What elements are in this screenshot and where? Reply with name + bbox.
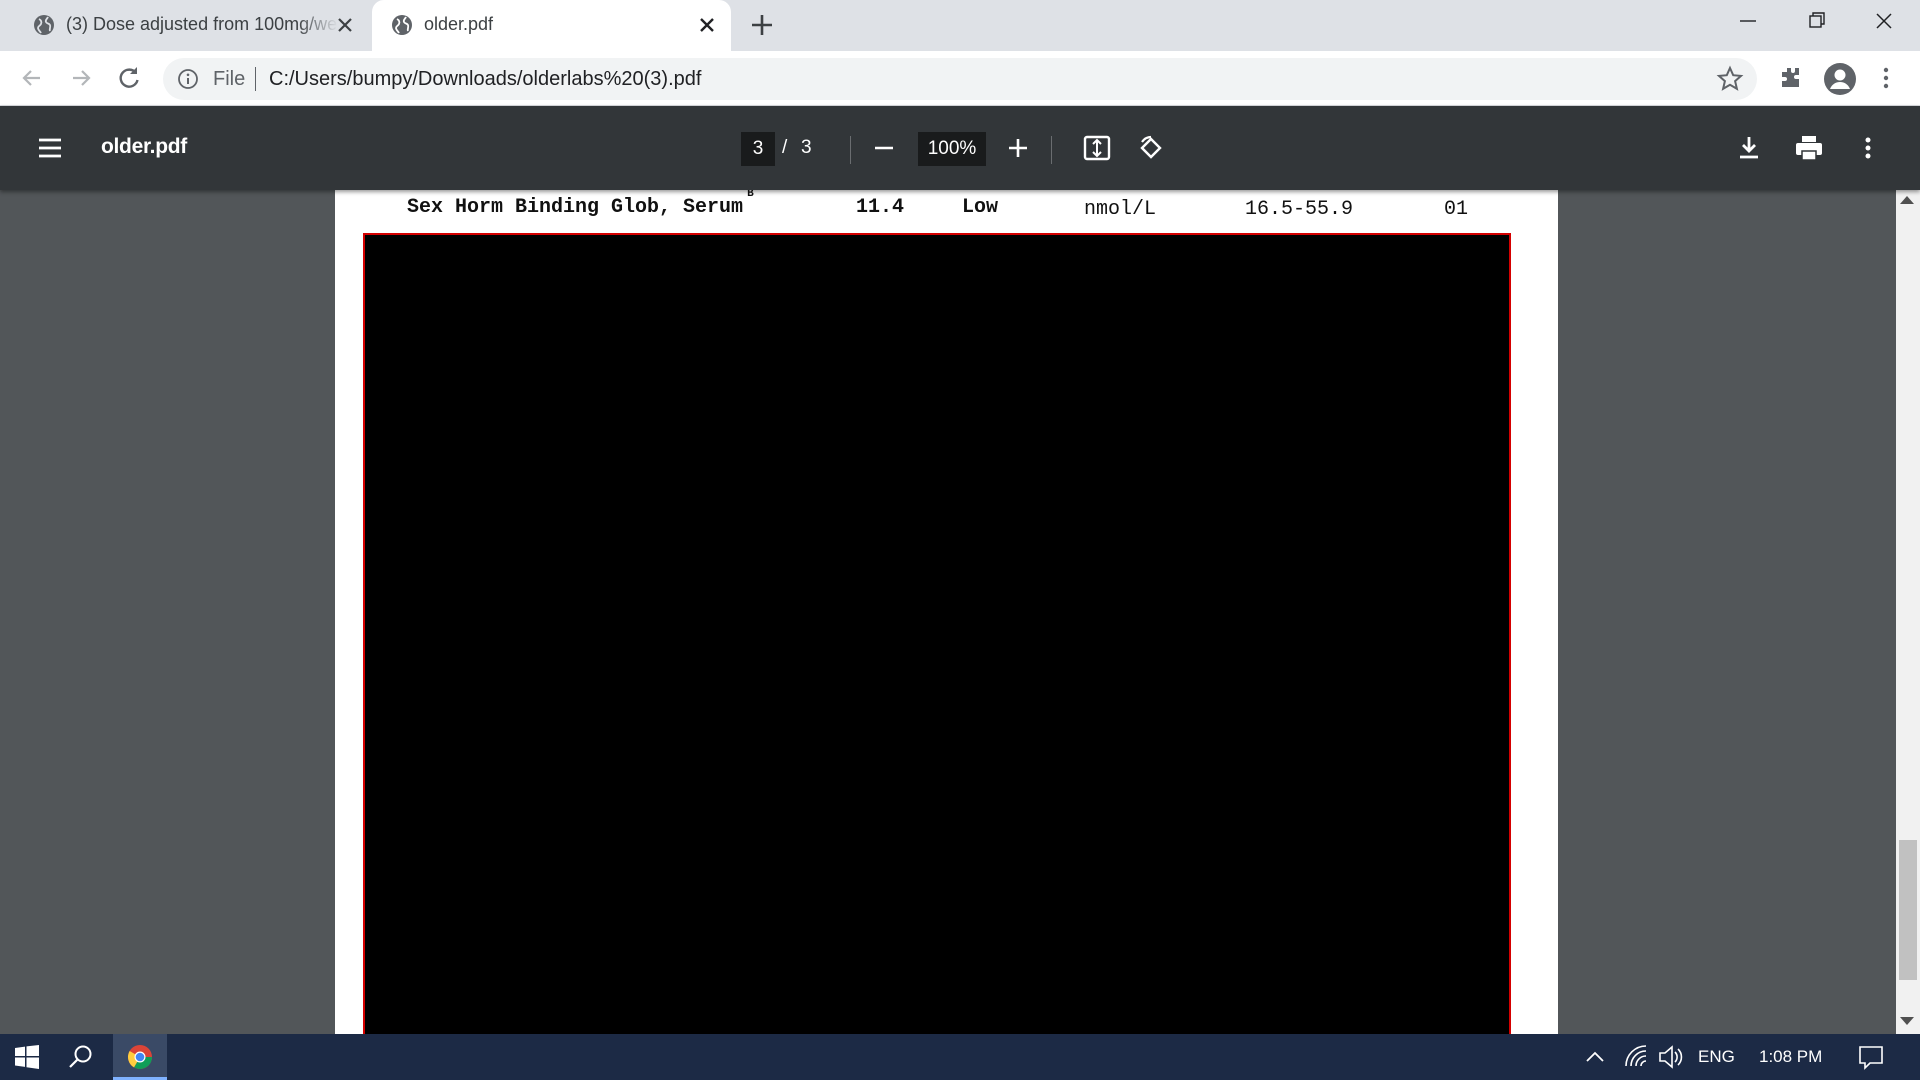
- tab-title: older.pdf: [424, 14, 494, 34]
- address-divider: [255, 67, 256, 91]
- pdf-file-name: older.pdf: [101, 135, 187, 158]
- zoom-out-icon[interactable]: [868, 132, 900, 164]
- forward-arrow-icon[interactable]: [67, 64, 95, 92]
- window-close-icon[interactable]: [1862, 6, 1906, 38]
- close-icon[interactable]: [333, 13, 357, 37]
- pdf-viewport[interactable]: Sex Horm Binding Glob, SerumB 11.4 Low n…: [0, 190, 1920, 1034]
- page-total: 3: [801, 137, 812, 158]
- menu-icon[interactable]: [34, 132, 66, 164]
- tab-older-pdf[interactable]: older.pdf: [372, 0, 731, 51]
- page-separator: /: [782, 137, 788, 158]
- clock[interactable]: 1:08 PM: [1759, 1047, 1822, 1067]
- result-units: nmol/L: [1084, 198, 1157, 221]
- redaction-block: [363, 233, 1511, 1034]
- star-icon[interactable]: [1716, 65, 1744, 93]
- globe-icon: [392, 15, 412, 35]
- reference-interval: 16.5-55.9: [1245, 198, 1354, 221]
- info-icon[interactable]: [177, 68, 199, 90]
- rotate-icon[interactable]: [1135, 132, 1167, 164]
- minimize-icon[interactable]: [1726, 6, 1770, 38]
- notifications-icon[interactable]: [1856, 1042, 1886, 1072]
- toolbar-divider: [1051, 136, 1052, 164]
- print-icon[interactable]: [1793, 132, 1825, 164]
- scrollbar-thumb[interactable]: [1899, 840, 1917, 980]
- toolbar-divider: [850, 136, 851, 164]
- tab-dose-adjusted[interactable]: (3) Dose adjusted from 100mg/week: [14, 0, 369, 51]
- wifi-icon[interactable]: [1622, 1042, 1652, 1072]
- pdf-page: Sex Horm Binding Glob, SerumB 11.4 Low n…: [335, 190, 1558, 1034]
- tab-title: (3) Dose adjusted from 100mg/week: [66, 14, 338, 34]
- test-name-text: Sex Horm Binding Glob, Serum: [407, 196, 744, 219]
- url-text[interactable]: C:/Users/bumpy/Downloads/olderlabs%20(3)…: [269, 68, 701, 91]
- taskbar-chrome-button[interactable]: [113, 1034, 167, 1080]
- download-icon[interactable]: [1733, 132, 1765, 164]
- pdf-toolbar: older.pdf 3 / 3 100%: [0, 106, 1920, 190]
- page-number-input[interactable]: 3: [741, 132, 775, 166]
- fit-to-page-icon[interactable]: [1081, 132, 1113, 164]
- search-icon[interactable]: [66, 1042, 96, 1072]
- reload-icon[interactable]: [115, 64, 143, 92]
- back-arrow-icon[interactable]: [18, 64, 46, 92]
- scroll-down-arrow-icon[interactable]: [1900, 1017, 1914, 1025]
- lab-code: 01: [1444, 198, 1469, 221]
- windows-taskbar: ENG 1:08 PM: [0, 1034, 1920, 1080]
- restore-icon[interactable]: [1794, 6, 1838, 38]
- test-name: Sex Horm Binding Glob, SerumB: [407, 190, 754, 219]
- scroll-up-arrow-icon[interactable]: [1900, 196, 1914, 204]
- globe-icon: [34, 15, 54, 35]
- new-tab-icon[interactable]: [748, 11, 776, 39]
- browser-toolbar: File C:/Users/bumpy/Downloads/olderlabs%…: [0, 51, 1920, 106]
- extensions-puzzle-icon[interactable]: [1776, 64, 1804, 92]
- profile-avatar-icon[interactable]: [1823, 62, 1857, 96]
- zoom-in-icon[interactable]: [1002, 132, 1034, 164]
- more-vert-icon[interactable]: [1872, 64, 1900, 92]
- result-flag: Low: [962, 196, 999, 219]
- speaker-icon[interactable]: [1656, 1042, 1686, 1072]
- address-bar[interactable]: File C:/Users/bumpy/Downloads/olderlabs%…: [163, 58, 1757, 100]
- test-superscript: B: [747, 190, 754, 201]
- close-icon[interactable]: [695, 13, 719, 37]
- result-value: 11.4: [856, 196, 905, 219]
- more-vert-icon[interactable]: [1852, 132, 1884, 164]
- lab-result-row: Sex Horm Binding Glob, SerumB 11.4 Low n…: [335, 190, 1558, 226]
- windows-start-icon[interactable]: [12, 1042, 42, 1072]
- language-indicator[interactable]: ENG: [1698, 1047, 1735, 1067]
- tab-strip: (3) Dose adjusted from 100mg/week older.…: [0, 0, 1920, 51]
- zoom-level-input[interactable]: 100%: [918, 132, 986, 166]
- chrome-icon: [127, 1045, 152, 1070]
- chevron-up-icon[interactable]: [1582, 1044, 1608, 1070]
- scheme-label: File: [213, 68, 246, 90]
